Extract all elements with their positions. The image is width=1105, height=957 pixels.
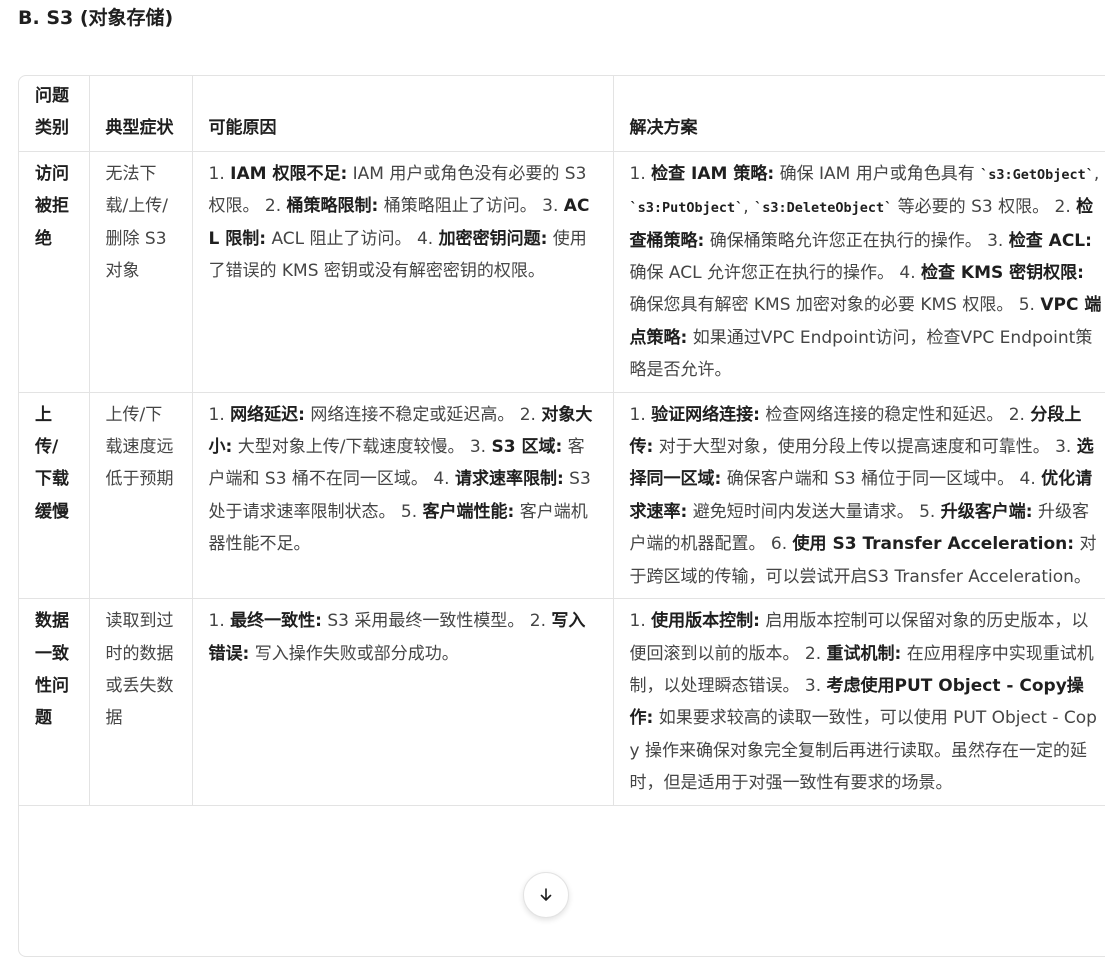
arrow-down-icon — [540, 888, 552, 901]
row-causes: 1. 网络延迟: 网络连接不稳定或延迟高。 2. 对象大小: 大型对象上传/下载… — [192, 392, 614, 600]
header-solutions: 解决方案 — [613, 76, 1105, 152]
row-category: 数据一致性问题 — [19, 598, 90, 806]
row-solutions: 1. 检查 IAM 策略: 确保 IAM 用户或角色具有 `s3:GetObje… — [613, 151, 1105, 393]
table-container: 问题类别 典型症状 可能原因 解决方案 访问被拒绝 无法下载/上传/删除 S3 … — [18, 75, 1105, 957]
row-symptom: 读取到过时的数据或丢失数据 — [89, 598, 193, 806]
row-causes: 1. 最终一致性: S3 采用最终一致性模型。 2. 写入错误: 写入操作失败或… — [192, 598, 614, 806]
row-category: 上传/下载缓慢 — [19, 392, 90, 600]
row-causes: 1. IAM 权限不足: IAM 用户或角色没有必要的 S3 权限。 2. 桶策… — [192, 151, 614, 393]
row-symptom: 无法下载/上传/删除 S3 对象 — [89, 151, 193, 393]
table-header-row: 问题类别 典型症状 可能原因 解决方案 — [19, 76, 1105, 152]
row-symptom: 上传/下载速度远低于预期 — [89, 392, 193, 600]
table-row: 上传/下载缓慢 上传/下载速度远低于预期 1. 网络延迟: 网络连接不稳定或延迟… — [19, 392, 1105, 600]
section-title: B. S3 (对象存储) — [18, 7, 174, 29]
header-causes: 可能原因 — [192, 76, 614, 152]
row-category: 访问被拒绝 — [19, 151, 90, 393]
header-symptom: 典型症状 — [89, 76, 193, 152]
table-row: 访问被拒绝 无法下载/上传/删除 S3 对象 1. IAM 权限不足: IAM … — [19, 151, 1105, 393]
row-solutions: 1. 使用版本控制: 启用版本控制可以保留对象的历史版本，以便回滚到以前的版本。… — [613, 598, 1105, 806]
table-row: 数据一致性问题 读取到过时的数据或丢失数据 1. 最终一致性: S3 采用最终一… — [19, 598, 1105, 806]
header-category: 问题类别 — [19, 76, 90, 152]
s3-troubleshooting-table: 问题类别 典型症状 可能原因 解决方案 访问被拒绝 无法下载/上传/删除 S3 … — [19, 76, 1105, 806]
scroll-down-button[interactable] — [523, 872, 569, 918]
row-solutions: 1. 验证网络连接: 检查网络连接的稳定性和延迟。 2. 分段上传: 对于大型对… — [613, 392, 1105, 600]
